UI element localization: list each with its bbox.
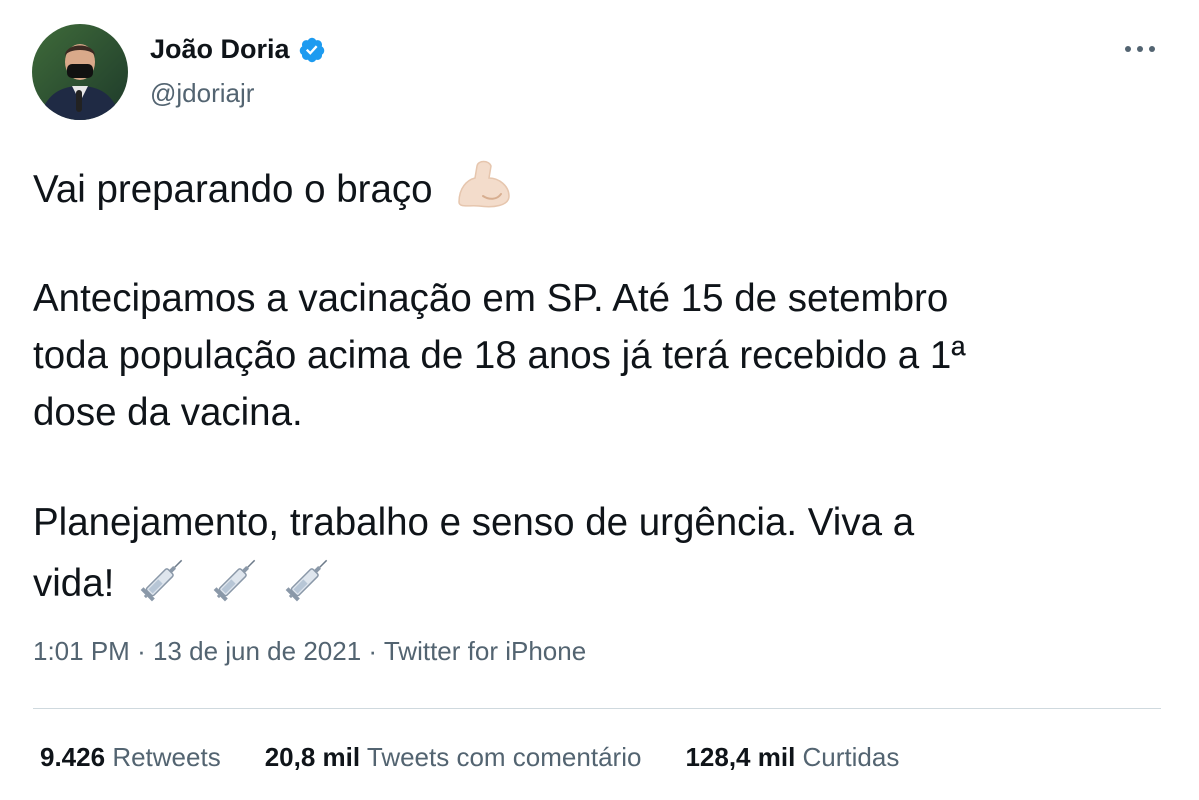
likes-stat[interactable]: 128,4 mil Curtidas [685, 742, 899, 773]
tweet-meta: 1:01 PM · 13 de jun de 2021 · Twitter fo… [33, 636, 586, 667]
quote-tweets-stat[interactable]: 20,8 mil Tweets com comentário [265, 742, 642, 773]
quote-tweets-count: 20,8 mil [264, 742, 361, 772]
retweets-stat[interactable]: 9.426 Retweets [40, 742, 221, 773]
tweet-source[interactable]: Twitter for iPhone [384, 636, 586, 666]
tweet-text-paragraph-1: Vai preparando o braço [33, 158, 1143, 226]
syringe-icon [137, 551, 191, 621]
retweets-count: 9.426 [40, 742, 106, 772]
divider [33, 708, 1161, 709]
syringe-icon [282, 551, 336, 621]
tweet-text-line: toda população acima de 18 anos já terá … [33, 334, 966, 377]
meta-separator: · [368, 636, 378, 666]
more-options-icon[interactable] [1118, 34, 1162, 64]
tweet-text-paragraph-2: Antecipamos a vacinação em SP. Até 15 de… [33, 270, 1143, 441]
likes-label: Curtidas [802, 742, 900, 772]
author-handle[interactable]: @jdoriajr [150, 78, 254, 109]
tweet-date[interactable]: 13 de jun de 2021 [153, 636, 361, 666]
verified-badge-icon [298, 36, 326, 64]
flexed-biceps-icon [453, 158, 513, 226]
quote-tweets-label: Tweets com comentário [366, 742, 642, 772]
tweet-text-paragraph-3: Planejamento, trabalho e senso de urgênc… [33, 494, 1143, 621]
tweet-time[interactable]: 1:01 PM [33, 636, 130, 666]
tweet-card: João Doria @jdoriajr Vai preparando o br… [0, 0, 1199, 800]
meta-separator: · [137, 636, 146, 666]
tweet-text-line: dose da vacina. [33, 391, 303, 434]
author-name[interactable]: João Doria [150, 34, 290, 65]
tweet-text-line: Vai preparando o braço [33, 168, 433, 212]
avatar[interactable] [32, 24, 128, 120]
tweet-text-line: vida! [33, 562, 115, 606]
tweet-stats: 9.426 Retweets 20,8 mil Tweets com comen… [40, 742, 943, 773]
tweet-text-line: Antecipamos a vacinação em SP. Até 15 de… [33, 277, 949, 320]
tweet-text-line: Planejamento, trabalho e senso de urgênc… [33, 501, 915, 544]
syringe-icon [210, 551, 264, 621]
likes-count: 128,4 mil [685, 742, 796, 772]
retweets-label: Retweets [112, 742, 221, 772]
